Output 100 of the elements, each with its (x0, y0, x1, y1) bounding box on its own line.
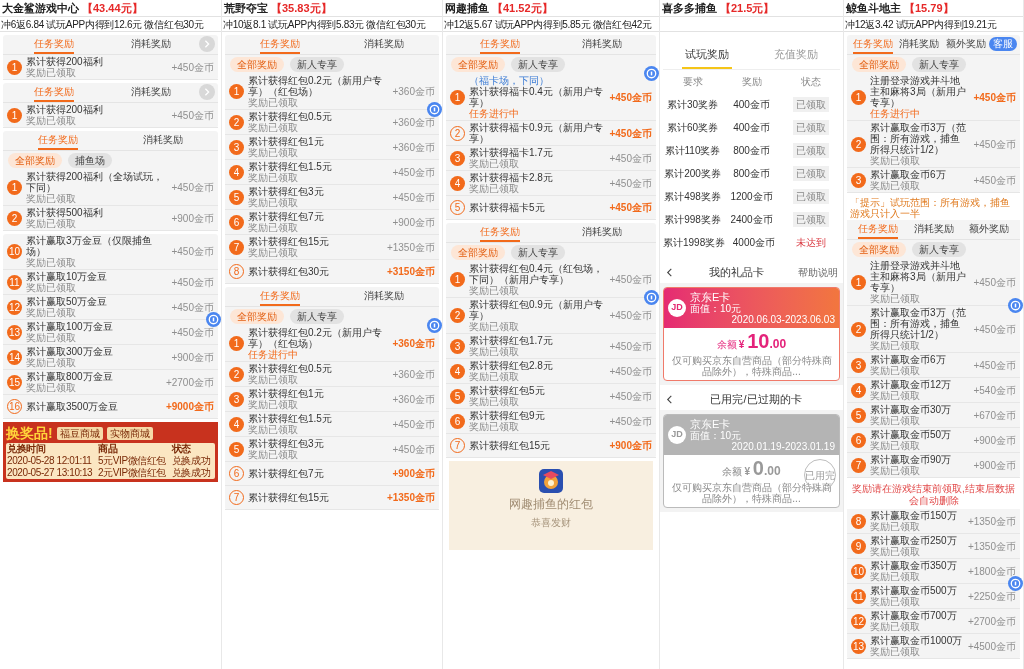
reward-amount: +450金币 (973, 359, 1016, 371)
help-icon[interactable] (1008, 576, 1023, 591)
number-badge: 13 (7, 324, 22, 340)
number-badge: 3 (851, 357, 866, 373)
help-icon[interactable] (644, 66, 659, 81)
reward-amount: +450金币 (973, 138, 1016, 150)
chevron-icon (203, 40, 211, 48)
help-icon[interactable] (1008, 298, 1023, 313)
back-icon[interactable] (665, 267, 674, 277)
gift-card[interactable]: JD 京东E卡 面值：10元 2020.01.19-2023.01.19 余额 ¥0.00 仅可购买京东自营商品（部分特殊商品除外），特殊商品... 已用完 (663, 414, 840, 508)
task-status: 奖励已领取 (248, 222, 299, 233)
help-icon[interactable] (427, 318, 442, 333)
number-badge: 3 (229, 139, 244, 155)
filter-chip[interactable]: 新人专享 (290, 309, 344, 324)
reward-amount: +450金币 (609, 365, 652, 377)
column-header: 状态 (799, 75, 822, 89)
reward-amount: +450金币 (609, 152, 652, 164)
tab[interactable]: 消耗奖励 (332, 290, 436, 306)
service-button[interactable]: 客服 (989, 37, 1017, 51)
table-cell-text: 累计30奖券 (665, 98, 720, 112)
reward-amount: +3150金币 (386, 266, 435, 277)
task-title: 累计获得红包9元 (469, 410, 546, 421)
number-badge: 5 (851, 407, 866, 423)
task-title: 累计赢取10万金豆 (26, 271, 109, 282)
task-title: 累计获得红包1.5元 (248, 161, 333, 172)
help-icon[interactable] (427, 102, 442, 117)
reward-amount: +450金币 (609, 390, 652, 402)
status-label: 已领取 (792, 166, 829, 181)
tab[interactable]: 消耗奖励 (102, 86, 199, 102)
filter-chip[interactable]: 新人专享 (290, 57, 344, 72)
card-value: 面值：10元 (690, 430, 742, 441)
tab[interactable]: 试玩奖励 (663, 45, 752, 69)
shop-button[interactable]: 福豆商城 (56, 426, 103, 440)
brand-logo: JD (668, 299, 686, 317)
task-status: 任务进行中 (469, 108, 520, 119)
tab[interactable]: 额外奖励 (942, 38, 989, 54)
number-badge: 14 (7, 349, 22, 365)
filter-chip[interactable]: 新人专享 (912, 242, 966, 257)
status-label: 已领取 (792, 97, 829, 112)
table-cell-text: 2020-05-27 13:10:13 (7, 467, 94, 479)
reward-amount: +450金币 (973, 276, 1016, 288)
filter-chip[interactable]: 新人专享 (511, 57, 565, 72)
task-status: 奖励已领取 (870, 415, 921, 426)
number-badge: 4 (229, 164, 244, 180)
task-title: 累计赢取800万金豆 (26, 371, 114, 382)
reward-amount: +450金币 (609, 202, 652, 213)
number-badge: 1 (851, 274, 866, 290)
task-title: 累计获得红包1元 (248, 388, 325, 399)
task-title: 累计获得红包7元 (248, 211, 325, 222)
number-badge: 6 (450, 413, 465, 429)
tab[interactable]: 消耗奖励 (102, 38, 199, 54)
help-icon[interactable] (644, 290, 659, 305)
filter-chip[interactable]: 捕鱼场 (68, 153, 112, 168)
help-link[interactable]: 帮助说明 (798, 264, 838, 280)
table-cell-text: 累计998奖券 (663, 213, 722, 227)
table-cell-text: 累计498奖券 (663, 190, 722, 204)
tab[interactable]: 额外奖励 (961, 223, 1017, 239)
task-title: 累计赢取金币150万 (870, 510, 958, 521)
help-icon[interactable] (206, 312, 221, 327)
reward-amount: +900金币 (973, 434, 1016, 446)
number-badge: 2 (851, 321, 866, 337)
task-title: 累计赢取金币50万 (870, 429, 953, 440)
back-icon[interactable] (665, 394, 674, 404)
tab[interactable]: 消耗奖励 (551, 38, 653, 54)
reward-amount: +450金币 (609, 91, 652, 103)
reward-amount: +450金币 (171, 109, 214, 121)
card-note: 仅可购买京东自营商品（部分特殊商品除外），特殊商品... (670, 355, 833, 377)
task-title: 累计赢取金币90万 (870, 454, 953, 465)
task-status: 奖励已领取 (248, 97, 298, 108)
tab[interactable]: 消耗奖励 (905, 223, 962, 239)
tab[interactable]: 消耗奖励 (551, 226, 653, 242)
reward-amount: +450金币 (973, 174, 1016, 186)
tab[interactable]: 消耗奖励 (896, 38, 943, 54)
task-title: 累计获得福卡2.8元 (469, 172, 554, 183)
task-status: 奖励已领取 (469, 346, 520, 357)
task-title: 累计获得福卡0.4元（新用户专享） (469, 86, 604, 108)
reward-amount: +1350金币 (967, 540, 1016, 552)
filter-chip[interactable]: 新人专享 (511, 245, 565, 260)
shop-button[interactable]: 实物商城 (106, 426, 153, 440)
reward-amount: +4500金币 (967, 640, 1016, 652)
number-badge: 5 (450, 388, 465, 404)
task-status: 奖励已领取 (870, 465, 921, 476)
tab[interactable]: 消耗奖励 (110, 134, 215, 150)
game-title: 网趣捕鱼 (445, 0, 489, 16)
task-title: 注册登录游戏并斗地主和麻将3局（新用户专享） (870, 75, 967, 108)
tab[interactable]: 消耗奖励 (332, 38, 436, 54)
number-badge: 9 (851, 538, 866, 554)
task-title: 累计获得红包0.4元（红包场，下同）（新用户专享） (469, 263, 604, 285)
task-status: 奖励已领取 (248, 172, 299, 183)
gift-card[interactable]: JD 京东E卡 面值：10元 2020.06.03-2023.06.03 余额 ¥10.00 仅可购买京东自营商品（部分特殊商品除外），特殊商品... (663, 287, 840, 381)
filter-chip[interactable]: 新人专享 (912, 57, 966, 72)
task-status: 奖励已领取 (469, 158, 519, 169)
reward-amount: +450金币 (609, 340, 652, 352)
number-badge: 10 (7, 244, 22, 259)
table-cell-text: 累计1998奖券 (663, 236, 726, 250)
reward-amount: +670金币 (973, 409, 1016, 421)
reward-amount: +2700金币 (967, 615, 1016, 627)
reward-amount: +900金币 (171, 212, 214, 224)
task-title: 累计获得红包0.9元（新用户专享） (469, 299, 604, 321)
reward-amount: +900金币 (171, 351, 214, 363)
